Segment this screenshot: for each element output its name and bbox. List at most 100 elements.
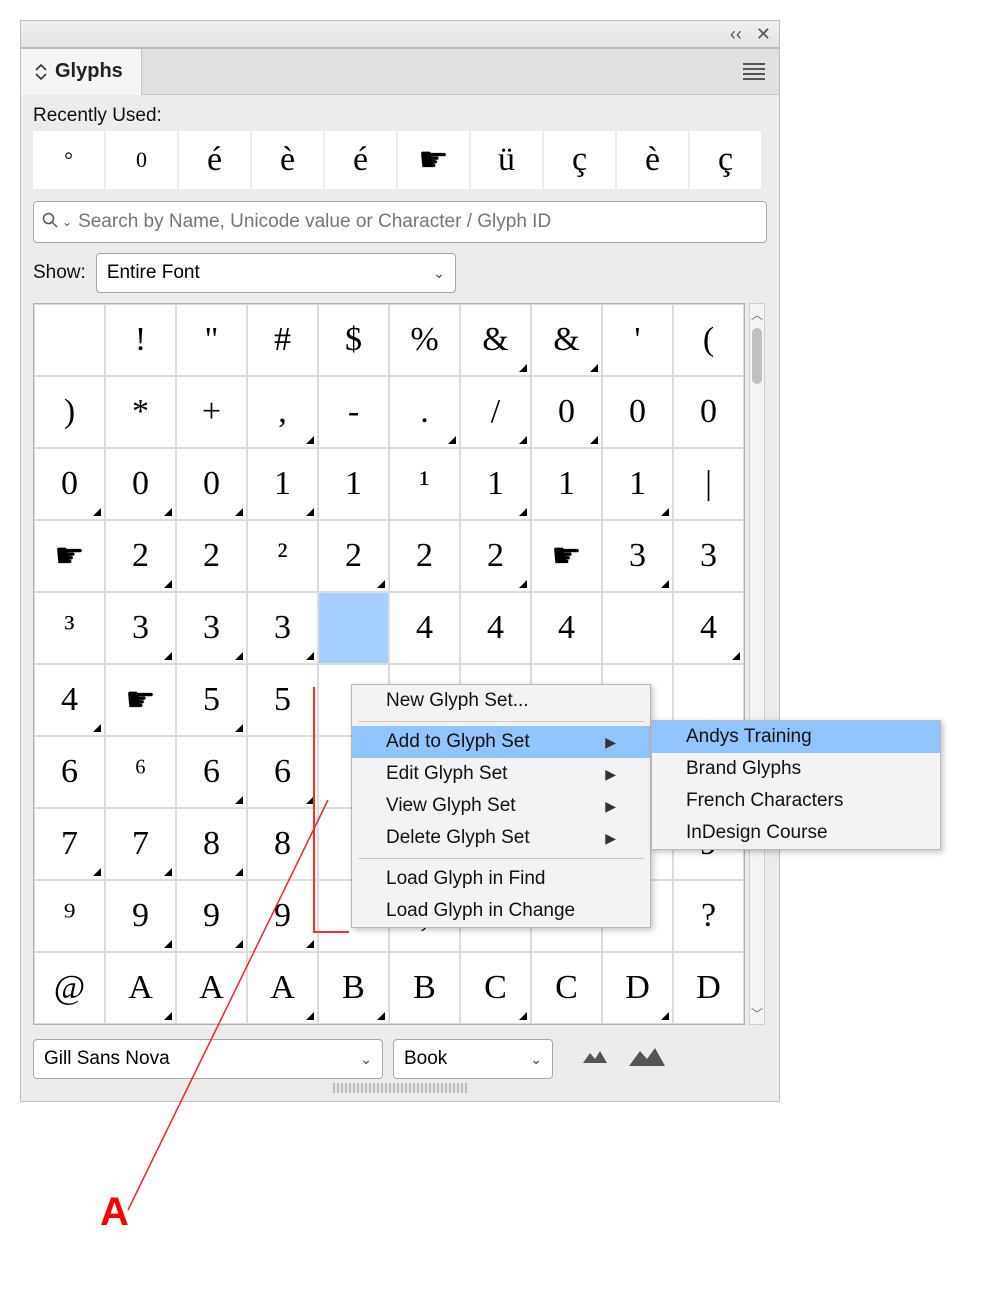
glyph-cell[interactable]: 0 (34, 448, 105, 520)
scroll-up-icon[interactable]: ︿ (751, 306, 763, 323)
recent-glyph[interactable]: ° (33, 131, 104, 189)
glyph-cell[interactable]: @ (34, 952, 105, 1024)
zoom-in-icon[interactable] (627, 1046, 667, 1073)
glyph-cell[interactable]: 6 (176, 736, 247, 808)
glyph-cell[interactable]: . (389, 376, 460, 448)
recent-glyph[interactable]: é (179, 131, 250, 189)
glyph-cell[interactable]: 9 (176, 880, 247, 952)
menu-item[interactable]: Edit Glyph Set▶ (352, 758, 650, 790)
glyph-cell[interactable]: 0 (531, 376, 602, 448)
submenu-item[interactable]: French Characters (652, 785, 940, 817)
scrollbar[interactable]: ︿ ﹀ (749, 303, 765, 1025)
glyph-cell[interactable]: ⁶ (105, 736, 176, 808)
glyph-cell[interactable]: B (318, 952, 389, 1024)
glyph-cell[interactable]: 6 (247, 736, 318, 808)
glyph-cell[interactable]: 3 (673, 520, 744, 592)
submenu-item[interactable]: Andys Training (652, 721, 940, 753)
recent-glyph[interactable]: ç (544, 131, 615, 189)
glyph-cell[interactable]: A (105, 952, 176, 1024)
glyph-cell[interactable]: 1 (602, 448, 673, 520)
glyph-cell[interactable]: ³ (34, 592, 105, 664)
style-select[interactable]: Book ⌄ (393, 1039, 553, 1079)
panel-menu-icon[interactable] (743, 60, 779, 83)
glyph-cell[interactable]: 5 (176, 664, 247, 736)
glyph-cell[interactable]: , (247, 376, 318, 448)
chevron-down-icon[interactable]: ⌄ (62, 215, 72, 229)
menu-item[interactable]: Delete Glyph Set▶ (352, 822, 650, 854)
close-icon[interactable]: ✕ (756, 25, 771, 43)
glyph-cell[interactable]: ? (673, 880, 744, 952)
zoom-out-icon[interactable] (581, 1049, 609, 1070)
glyph-cell[interactable]: & (531, 304, 602, 376)
scroll-thumb[interactable] (752, 328, 762, 384)
glyph-cell[interactable]: / (460, 376, 531, 448)
scroll-down-icon[interactable]: ﹀ (751, 1005, 763, 1022)
glyph-cell[interactable]: ☛ (531, 520, 602, 592)
glyph-cell[interactable]: 4 (460, 592, 531, 664)
glyph-cell[interactable] (602, 592, 673, 664)
show-select[interactable]: Entire Font ⌄ (96, 253, 456, 293)
search-input[interactable] (76, 210, 758, 234)
glyph-cell[interactable]: A (247, 952, 318, 1024)
glyph-cell[interactable]: 7 (105, 808, 176, 880)
glyph-cell[interactable]: D (602, 952, 673, 1024)
context-menu[interactable]: New Glyph Set...Add to Glyph Set▶Edit Gl… (351, 684, 651, 928)
glyph-cell[interactable]: ( (673, 304, 744, 376)
recent-glyph[interactable]: ç (690, 131, 761, 189)
glyph-cell[interactable]: 4 (531, 592, 602, 664)
glyph-cell[interactable]: B (389, 952, 460, 1024)
recent-glyph[interactable]: è (617, 131, 688, 189)
glyph-cell[interactable] (34, 304, 105, 376)
context-submenu[interactable]: Andys TrainingBrand GlyphsFrench Charact… (651, 720, 941, 850)
glyph-cell[interactable]: 3 (247, 592, 318, 664)
glyph-cell[interactable]: D (673, 952, 744, 1024)
glyph-cell[interactable]: 1 (460, 448, 531, 520)
glyph-cell[interactable]: 2 (176, 520, 247, 592)
glyph-cell[interactable]: 9 (247, 880, 318, 952)
glyph-cell[interactable]: ² (247, 520, 318, 592)
glyph-cell[interactable]: 4 (389, 592, 460, 664)
glyph-cell[interactable]: 5 (247, 664, 318, 736)
glyph-cell[interactable]: 3 (176, 592, 247, 664)
glyph-cell[interactable]: 2 (105, 520, 176, 592)
collapse-icon[interactable]: ‹‹ (730, 25, 742, 43)
glyph-cell[interactable]: 0 (602, 376, 673, 448)
glyph-cell[interactable]: 6 (34, 736, 105, 808)
glyph-cell[interactable]: ) (34, 376, 105, 448)
glyph-cell[interactable]: | (673, 448, 744, 520)
glyph-cell[interactable]: 1 (531, 448, 602, 520)
glyph-cell[interactable]: 4 (34, 664, 105, 736)
glyph-cell[interactable] (318, 592, 389, 664)
menu-item[interactable]: Load Glyph in Change (352, 895, 650, 927)
glyph-cell[interactable]: $ (318, 304, 389, 376)
search-field[interactable]: ⌄ (33, 201, 767, 243)
glyph-cell[interactable]: ☛ (105, 664, 176, 736)
glyph-cell[interactable]: # (247, 304, 318, 376)
glyph-cell[interactable]: 0 (673, 376, 744, 448)
glyph-cell[interactable]: 0 (105, 448, 176, 520)
glyph-cell[interactable]: " (176, 304, 247, 376)
glyph-cell[interactable]: C (531, 952, 602, 1024)
glyph-cell[interactable]: ☛ (34, 520, 105, 592)
glyph-cell[interactable]: 9 (105, 880, 176, 952)
recent-glyph[interactable]: è (252, 131, 323, 189)
glyph-cell[interactable]: 1 (318, 448, 389, 520)
glyph-cell[interactable]: 4 (673, 592, 744, 664)
menu-item[interactable]: New Glyph Set... (352, 685, 650, 717)
glyph-cell[interactable]: + (176, 376, 247, 448)
glyph-cell[interactable]: - (318, 376, 389, 448)
glyph-cell[interactable]: * (105, 376, 176, 448)
glyph-cell[interactable]: ' (602, 304, 673, 376)
glyph-cell[interactable]: ¹ (389, 448, 460, 520)
glyph-cell[interactable]: 8 (176, 808, 247, 880)
recent-glyph[interactable]: é (325, 131, 396, 189)
glyph-cell[interactable]: C (460, 952, 531, 1024)
recent-glyph[interactable]: ☛ (398, 131, 469, 189)
font-select[interactable]: Gill Sans Nova ⌄ (33, 1039, 383, 1079)
glyph-cell[interactable]: A (176, 952, 247, 1024)
glyph-cell[interactable]: 2 (318, 520, 389, 592)
glyph-cell[interactable]: 0 (176, 448, 247, 520)
glyph-cell[interactable]: 8 (247, 808, 318, 880)
menu-item[interactable]: Load Glyph in Find (352, 863, 650, 895)
tab-glyphs[interactable]: Glyphs (21, 49, 142, 95)
